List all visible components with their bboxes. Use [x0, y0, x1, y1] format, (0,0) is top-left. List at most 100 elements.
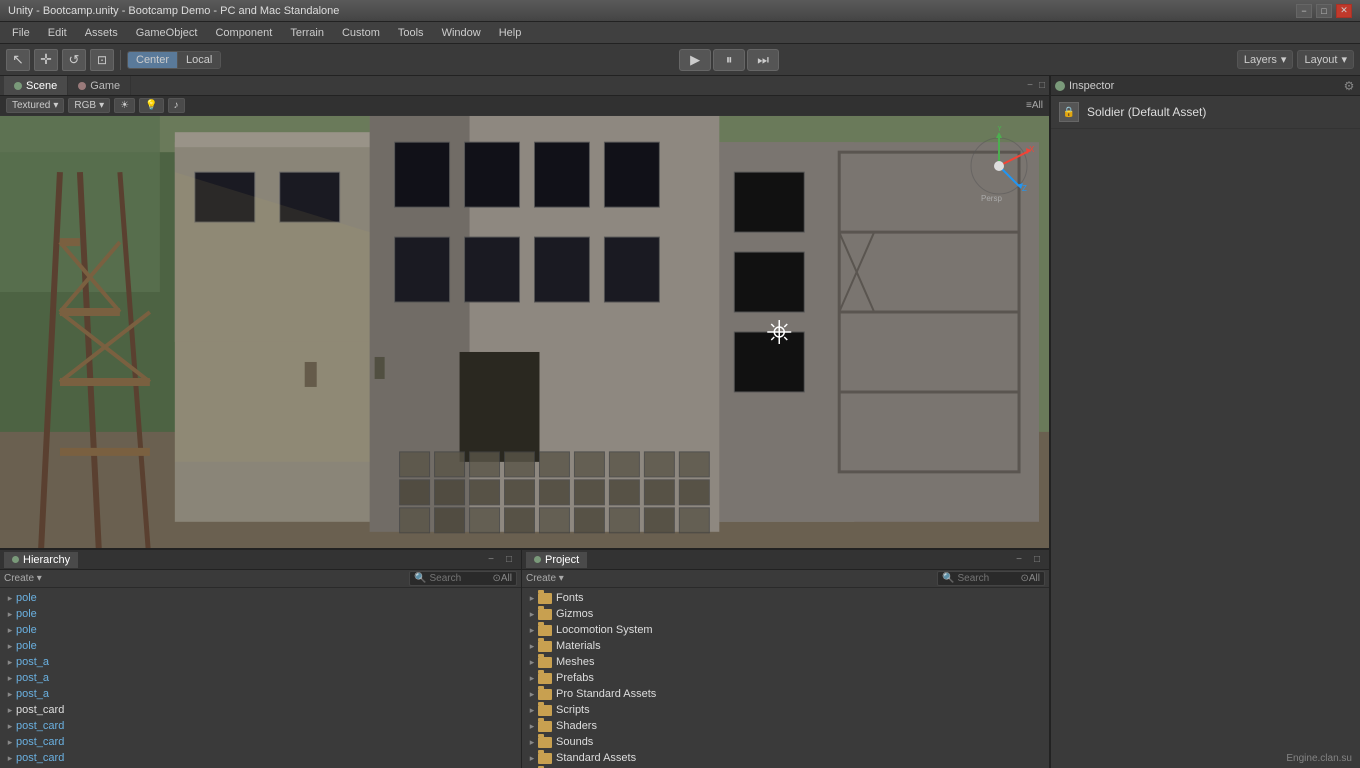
hierarchy-expand-btn[interactable]: □ — [501, 553, 517, 567]
folder-label: Materials — [556, 640, 601, 652]
search-icon: 🔍 — [414, 573, 426, 584]
folder-label: Gizmos — [556, 608, 593, 620]
list-item[interactable]: ▸ post_card — [0, 718, 521, 734]
list-item[interactable]: ▸ post_a — [0, 670, 521, 686]
list-item[interactable]: ▸ pole — [0, 622, 521, 638]
tab-game[interactable]: Game — [68, 76, 131, 95]
tree-arrow: ▸ — [526, 656, 538, 668]
menu-window[interactable]: Window — [434, 25, 489, 41]
maximize-button[interactable]: □ — [1316, 4, 1332, 18]
shading-arrow: ▾ — [53, 100, 58, 111]
list-item[interactable]: ▸ Gizmos — [522, 606, 1049, 622]
menu-assets[interactable]: Assets — [77, 25, 126, 41]
color-dropdown[interactable]: RGB ▾ — [68, 98, 110, 113]
light-icon: 💡 — [145, 100, 157, 111]
list-item[interactable]: ▸ Shaders — [522, 718, 1049, 734]
menu-custom[interactable]: Custom — [334, 25, 388, 41]
list-item[interactable]: ▸ Sounds — [522, 734, 1049, 750]
toolbar-scale-tool[interactable]: ⊡ — [90, 49, 114, 71]
hierarchy-minimize-btn[interactable]: − — [483, 553, 499, 567]
scene-tab-minimize[interactable]: − — [1027, 80, 1033, 91]
list-item[interactable]: ▸ post_a — [0, 686, 521, 702]
list-item[interactable]: ▸ Materials — [522, 638, 1049, 654]
inspector-asset-row: 🔒 Soldier (Default Asset) — [1051, 96, 1360, 129]
menu-file[interactable]: File — [4, 25, 38, 41]
window-controls[interactable]: − □ ✕ — [1296, 4, 1352, 18]
pivot-local-button[interactable]: Local — [178, 52, 220, 68]
project-expand-btn[interactable]: □ — [1029, 553, 1045, 567]
menu-component[interactable]: Component — [207, 25, 280, 41]
tab-project[interactable]: Project — [526, 552, 587, 568]
list-item[interactable]: ▸ post_card — [0, 750, 521, 766]
close-button[interactable]: ✕ — [1336, 4, 1352, 18]
tree-arrow: ▸ — [4, 656, 16, 668]
toolbar-move-tool[interactable]: ✛ — [34, 49, 58, 71]
sound-button[interactable]: ♪ — [168, 98, 185, 113]
menu-gameobject[interactable]: GameObject — [128, 25, 206, 41]
pivot-center-button[interactable]: Center — [128, 52, 178, 68]
project-create-btn[interactable]: Create ▾ — [526, 573, 564, 584]
list-item[interactable]: ▸ post_card — [0, 734, 521, 750]
folder-icon — [538, 625, 552, 636]
sun-button[interactable]: ☀ — [114, 98, 135, 113]
list-item[interactable]: ▸ pole — [0, 638, 521, 654]
scene-canvas[interactable]: Y X Z Persp — [0, 116, 1049, 548]
layout-arrow-icon: ▾ — [1341, 53, 1347, 66]
pause-button[interactable]: ⏸ — [713, 49, 745, 71]
list-item[interactable]: ▸ Meshes — [522, 654, 1049, 670]
gizmo-svg: Y X Z Persp — [959, 126, 1039, 206]
list-item[interactable]: ▸ Fonts — [522, 590, 1049, 606]
list-item[interactable]: ▸ Locomotion System — [522, 622, 1049, 638]
project-search-input[interactable] — [958, 573, 1018, 584]
tree-arrow: ▸ — [526, 736, 538, 748]
shading-dropdown[interactable]: Textured ▾ — [6, 98, 64, 113]
play-button[interactable]: ▶ — [679, 49, 711, 71]
hierarchy-create-btn[interactable]: Create ▾ — [4, 573, 42, 584]
hierarchy-tab-bar: Hierarchy − □ — [0, 550, 521, 570]
inspector-settings-icon[interactable]: ⚙ — [1342, 79, 1356, 93]
layers-dropdown[interactable]: Layers ▾ — [1237, 50, 1294, 69]
project-panel-controls: − □ — [1011, 553, 1045, 567]
scene-toolbar: Textured ▾ RGB ▾ ☀ 💡 ♪ ≡All — [0, 96, 1049, 116]
menu-help[interactable]: Help — [491, 25, 530, 41]
list-item[interactable]: ▸ pole — [0, 606, 521, 622]
transform-pivot-group[interactable]: Center Local — [127, 51, 221, 69]
hierarchy-toolbar: Create ▾ 🔍 ⊙All — [0, 570, 521, 588]
layout-dropdown[interactable]: Layout ▾ — [1297, 50, 1354, 69]
menu-edit[interactable]: Edit — [40, 25, 75, 41]
list-item[interactable]: ▸ Prefabs — [522, 670, 1049, 686]
toolbar-rotate-tool[interactable]: ↺ — [62, 49, 86, 71]
list-item[interactable]: ▸ pole — [0, 590, 521, 606]
project-minimize-btn[interactable]: − — [1011, 553, 1027, 567]
step-button[interactable]: ⏭ — [747, 49, 779, 71]
list-item[interactable]: ▸ post_card — [0, 702, 521, 718]
hierarchy-tab-icon — [12, 556, 19, 563]
tree-item-label: post_a — [16, 672, 49, 684]
menu-bar: File Edit Assets GameObject Component Te… — [0, 22, 1360, 44]
list-item[interactable]: ▸ Pro Standard Assets — [522, 686, 1049, 702]
tree-arrow: ▸ — [4, 752, 16, 764]
minimize-button[interactable]: − — [1296, 4, 1312, 18]
list-item[interactable]: ▸ post_a — [0, 654, 521, 670]
main-content: Scene Game − □ Textured ▾ RGB ▾ — [0, 76, 1360, 768]
tree-item-label: post_card — [16, 736, 64, 748]
toolbar-sep-1 — [120, 50, 121, 70]
menu-terrain[interactable]: Terrain — [282, 25, 332, 41]
toolbar-hand-tool[interactable]: ↖ — [6, 49, 30, 71]
tab-hierarchy[interactable]: Hierarchy — [4, 552, 78, 568]
list-item[interactable]: ▸ Standard Assets — [522, 750, 1049, 766]
folder-label: Locomotion System — [556, 624, 653, 636]
hierarchy-panel-controls: − □ — [483, 553, 517, 567]
hierarchy-search-input[interactable] — [430, 573, 490, 584]
tab-scene[interactable]: Scene — [4, 76, 68, 95]
project-search[interactable]: 🔍 ⊙All — [937, 571, 1045, 586]
list-item[interactable]: ▸ Scripts — [522, 702, 1049, 718]
hierarchy-search[interactable]: 🔍 ⊙All — [409, 571, 517, 586]
tree-arrow: ▸ — [4, 608, 16, 620]
scene-tab-expand[interactable]: □ — [1039, 80, 1045, 91]
layout-label: Layout — [1304, 54, 1337, 66]
menu-tools[interactable]: Tools — [390, 25, 432, 41]
folder-label: Prefabs — [556, 672, 594, 684]
tree-item-label: post_a — [16, 688, 49, 700]
light-button[interactable]: 💡 — [139, 98, 163, 113]
